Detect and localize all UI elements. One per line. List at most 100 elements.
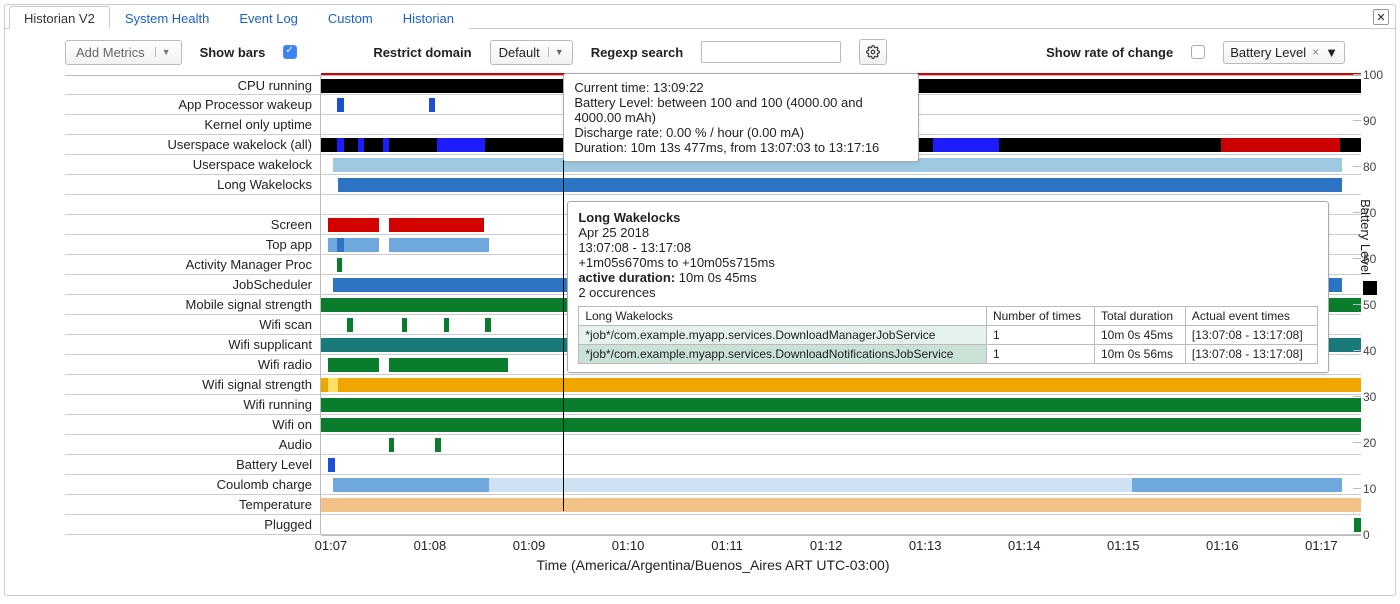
bar-segment[interactable] (328, 218, 379, 232)
tab-historian[interactable]: Historian (388, 6, 469, 29)
bar-segment[interactable] (337, 258, 342, 272)
settings-button[interactable] (859, 39, 887, 65)
bar-segment[interactable] (1221, 138, 1341, 152)
row-track[interactable] (321, 495, 1361, 515)
bar-segment[interactable] (337, 238, 344, 252)
row-label: Wifi radio (65, 355, 321, 375)
timeline-row: Coulomb charge (65, 475, 1361, 495)
row-label: Activity Manager Proc (65, 255, 321, 275)
row-label: Audio (65, 435, 321, 455)
x-tick: 01:12 (810, 538, 843, 553)
bar-segment[interactable] (389, 218, 485, 232)
series-selector[interactable]: Battery Level × ▼ (1223, 41, 1345, 64)
table-row: *job*/com.example.myapp.services.Downloa… (579, 345, 1318, 364)
bar-segment[interactable] (402, 318, 407, 332)
y-tick: 0 (1363, 528, 1370, 542)
table-cell: *job*/com.example.myapp.services.Downloa… (579, 326, 987, 345)
bar-segment[interactable] (333, 478, 489, 492)
bar-segment[interactable] (1132, 478, 1342, 492)
show-rate-label: Show rate of change (1046, 45, 1173, 60)
y-tick: 50 (1363, 298, 1376, 312)
bar-segment[interactable] (1354, 518, 1361, 532)
wakelock-table: Long WakelocksNumber of timesTotal durat… (578, 306, 1318, 364)
bar-segment[interactable] (347, 318, 353, 332)
bar-segment[interactable] (444, 318, 449, 332)
table-cell: [13:07:08 - 13:17:08] (1185, 326, 1317, 345)
tooltip-line: +1m05s670ms to +10m05s715ms (578, 255, 1318, 270)
add-metrics-button[interactable]: Add Metrics ▼ (65, 40, 182, 65)
bar-segment[interactable] (389, 358, 509, 372)
bar-segment[interactable] (383, 138, 388, 152)
gear-icon (866, 45, 880, 59)
y-tick: 20 (1363, 436, 1376, 450)
bar-segment[interactable] (337, 138, 344, 152)
timeline-row: Wifi running (65, 395, 1361, 415)
x-tick: 01:13 (909, 538, 942, 553)
timeline-row: Temperature (65, 495, 1361, 515)
bar-segment[interactable] (328, 378, 337, 392)
cursor-tooltip: Current time: 13:09:22 Battery Level: be… (563, 73, 919, 162)
bar-segment[interactable] (358, 138, 363, 152)
row-track[interactable] (321, 415, 1361, 435)
row-track[interactable] (321, 395, 1361, 415)
restrict-domain-select[interactable]: Default ▼ (490, 40, 573, 65)
y-tick: 30 (1363, 390, 1376, 404)
row-label: Plugged (65, 515, 321, 535)
tab-event-log[interactable]: Event Log (224, 6, 313, 29)
show-rate-checkbox[interactable] (1191, 45, 1205, 59)
bar-segment[interactable] (321, 378, 1361, 392)
bar-segment[interactable] (933, 138, 1000, 152)
table-cell: 10m 0s 56ms (1094, 345, 1185, 364)
timeline-chart[interactable]: CPU runningApp Processor wakeupKernel on… (65, 75, 1361, 555)
row-track[interactable] (321, 455, 1361, 475)
bar-segment[interactable] (485, 318, 490, 332)
bar-segment[interactable] (489, 478, 1132, 492)
row-track[interactable] (321, 475, 1361, 495)
remove-tag-icon[interactable]: × (1312, 45, 1319, 59)
tab-system-health[interactable]: System Health (110, 6, 225, 29)
row-label: Coulomb charge (65, 475, 321, 495)
bar-segment[interactable] (321, 498, 1361, 512)
table-cell: 1 (986, 345, 1094, 364)
bar-segment[interactable] (338, 178, 1343, 192)
y-tick: 40 (1363, 344, 1376, 358)
toolbar: Add Metrics ▼ Show bars Restrict domain … (5, 29, 1395, 71)
row-label: Userspace wakelock (65, 155, 321, 175)
tab-custom[interactable]: Custom (313, 6, 388, 29)
tab-historian-v2[interactable]: Historian V2 (9, 6, 110, 29)
table-cell: 1 (986, 326, 1094, 345)
table-header: Number of times (986, 307, 1094, 326)
bar-segment[interactable] (321, 398, 1361, 412)
x-tick: 01:14 (1008, 538, 1041, 553)
bar-segment[interactable] (389, 438, 394, 452)
tooltip-line: 10m 0s 45ms (679, 270, 757, 285)
row-track[interactable] (321, 175, 1361, 195)
bar-segment[interactable] (328, 358, 379, 372)
row-track[interactable] (321, 375, 1361, 395)
restrict-domain-label: Restrict domain (373, 45, 471, 60)
regexp-search-input[interactable] (701, 41, 841, 63)
timeline-row: Battery Level (65, 455, 1361, 475)
x-tick: 01:16 (1206, 538, 1239, 553)
bar-segment[interactable] (435, 438, 440, 452)
bar-segment[interactable] (321, 418, 1361, 432)
y-axis: 1009080706050403020100 (1363, 75, 1389, 535)
close-button[interactable]: ✕ (1373, 9, 1389, 25)
bar-segment[interactable] (389, 238, 490, 252)
x-tick: 01:08 (414, 538, 447, 553)
table-header: Total duration (1094, 307, 1185, 326)
bar-segment[interactable] (429, 98, 435, 112)
x-tick: 01:11 (711, 538, 743, 553)
tooltip-line: Discharge rate: 0.00 % / hour (0.00 mA) (574, 125, 908, 140)
y-tick: 10 (1363, 482, 1376, 496)
add-metrics-label: Add Metrics (76, 45, 145, 60)
row-track[interactable] (321, 435, 1361, 455)
show-bars-checkbox[interactable] (283, 45, 297, 59)
x-tick: 01:10 (612, 538, 645, 553)
row-label: App Processor wakeup (65, 95, 321, 115)
bar-segment[interactable] (337, 98, 344, 112)
row-label: Screen (65, 215, 321, 235)
row-track[interactable] (321, 515, 1361, 535)
bar-segment[interactable] (437, 138, 485, 152)
bar-segment[interactable] (328, 458, 334, 472)
